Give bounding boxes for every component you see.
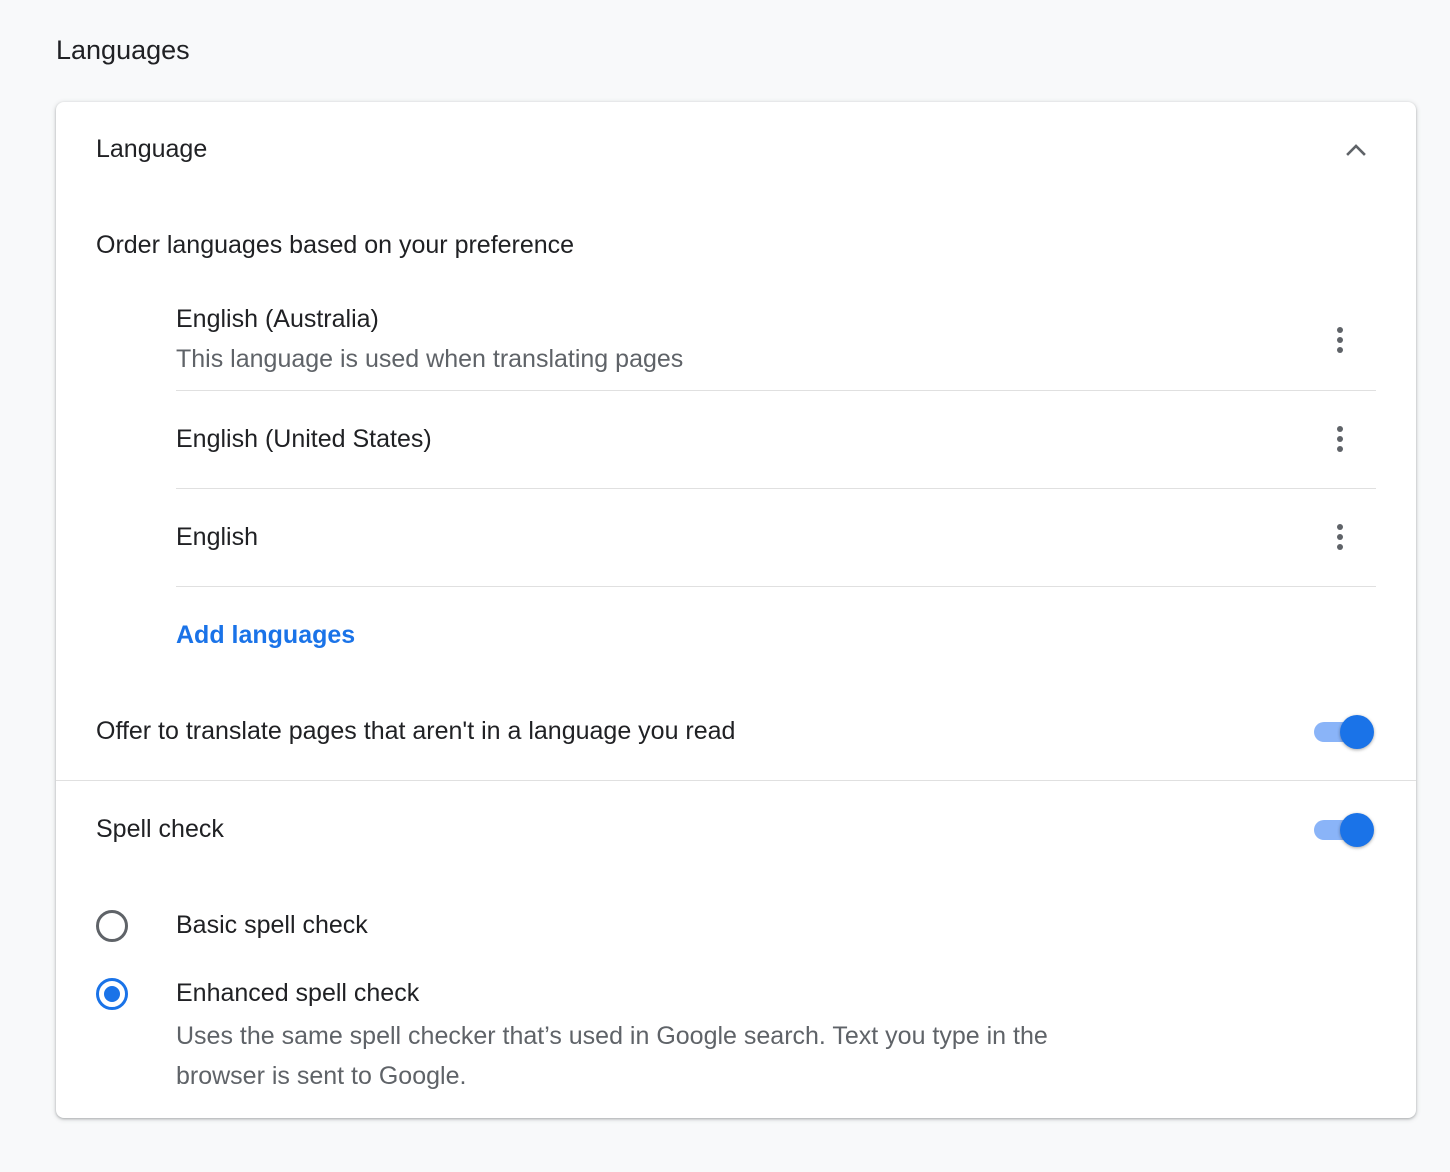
language-menu-button[interactable] <box>1318 318 1362 362</box>
toggle-knob <box>1340 813 1374 847</box>
section-title: Languages <box>56 35 190 65</box>
basic-spell-check-label[interactable]: Basic spell check <box>176 908 368 942</box>
language-name: English (United States) <box>176 425 432 453</box>
settings-page: Languages Language Order languages based… <box>0 0 1450 1172</box>
translate-offer-toggle[interactable] <box>1312 715 1376 749</box>
chevron-up-icon <box>1346 144 1366 156</box>
spell-check-toggle[interactable] <box>1312 813 1376 847</box>
toggle-knob <box>1340 715 1374 749</box>
enhanced-spell-check-description: Uses the same spell checker that’s used … <box>176 1022 1048 1090</box>
more-vert-icon <box>1337 524 1343 550</box>
spell-check-label: Spell check <box>96 815 224 843</box>
order-languages-label: Order languages based on your preference <box>96 231 575 259</box>
collapse-button[interactable] <box>1334 128 1378 172</box>
section-divider <box>56 780 1416 781</box>
language-menu-button[interactable] <box>1318 417 1362 461</box>
enhanced-spell-check-label[interactable]: Enhanced spell check <box>176 976 419 1010</box>
more-vert-icon <box>1337 426 1343 452</box>
languages-card: Language Order languages based on your p… <box>56 102 1416 1118</box>
language-header: Language <box>96 135 208 163</box>
enhanced-spell-check-radio[interactable] <box>96 978 128 1010</box>
translate-offer-label: Offer to translate pages that aren't in … <box>96 717 736 745</box>
language-item: English (Australia) This language is use… <box>176 300 1376 391</box>
basic-spell-check-radio[interactable] <box>96 910 128 942</box>
radio-selected-dot <box>104 986 120 1002</box>
language-menu-button[interactable] <box>1318 515 1362 559</box>
more-vert-icon <box>1337 327 1343 353</box>
language-name: English <box>176 523 258 551</box>
language-name: English (Australia) <box>176 305 379 333</box>
language-item: English <box>176 489 1376 587</box>
language-subtitle: This language is used when translating p… <box>176 345 684 373</box>
language-item: English (United States) <box>176 391 1376 489</box>
add-languages-button[interactable]: Add languages <box>176 618 355 652</box>
